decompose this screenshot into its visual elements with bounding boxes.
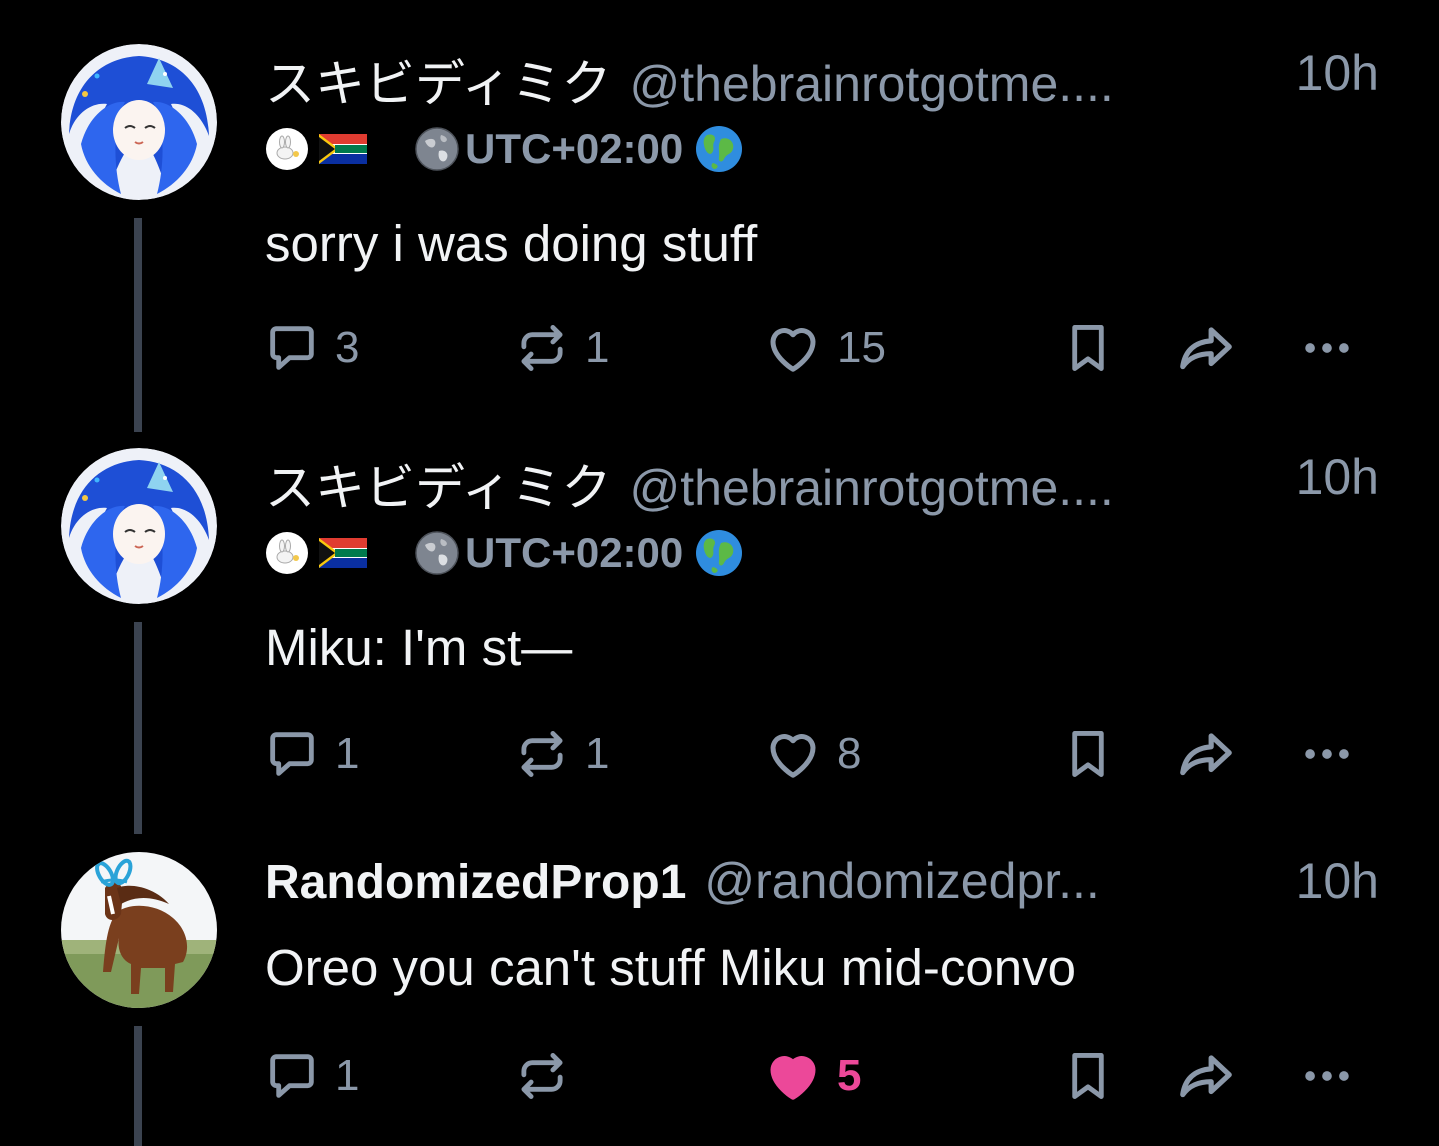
bookmark-button[interactable] bbox=[1059, 316, 1117, 380]
reply-count: 1 bbox=[335, 729, 360, 778]
reply-icon bbox=[263, 1047, 321, 1105]
more-icon bbox=[1293, 1047, 1361, 1105]
post-text: Oreo you can't stuff Miku mid-convo bbox=[265, 939, 1076, 996]
handle[interactable]: @thebrainrotgotme.... bbox=[630, 55, 1114, 113]
bookmark-button[interactable] bbox=[1059, 722, 1117, 786]
like-count: 8 bbox=[837, 729, 862, 778]
post-text: sorry i was doing stuff bbox=[265, 215, 758, 272]
repost-button[interactable]: 1 bbox=[513, 316, 609, 380]
repost-icon bbox=[513, 319, 571, 377]
post-header: スキビディミク @thebrainrotgotme.... 10h bbox=[265, 44, 1385, 112]
post-2[interactable]: スキビディミク @thebrainrotgotme.... 10h UTC+02… bbox=[0, 448, 1439, 834]
timestamp[interactable]: 10h bbox=[1296, 852, 1379, 910]
heart-icon bbox=[763, 1046, 823, 1106]
repost-button[interactable]: 1 bbox=[513, 722, 609, 786]
earth-photo-icon bbox=[415, 531, 459, 575]
south-africa-flag-icon bbox=[319, 134, 367, 164]
post-actions: 1 1 8 bbox=[263, 722, 1393, 786]
more-button[interactable] bbox=[1293, 722, 1361, 786]
thread-line bbox=[134, 218, 142, 432]
more-icon bbox=[1293, 725, 1361, 783]
thread-line bbox=[134, 1026, 142, 1146]
share-icon bbox=[1175, 1045, 1237, 1107]
post-header: RandomizedProp1 @randomizedpr... 10h bbox=[265, 852, 1385, 914]
earth-photo-icon bbox=[415, 127, 459, 171]
display-name[interactable]: RandomizedProp1 bbox=[265, 855, 686, 910]
like-button[interactable]: 8 bbox=[763, 722, 861, 786]
reply-button[interactable]: 1 bbox=[263, 1044, 359, 1108]
post-header: スキビディミク @thebrainrotgotme.... 10h bbox=[265, 448, 1385, 516]
bookmark-button[interactable] bbox=[1059, 1044, 1117, 1108]
share-button[interactable] bbox=[1175, 316, 1237, 380]
avatar[interactable] bbox=[61, 44, 217, 200]
like-count: 5 bbox=[837, 1051, 862, 1100]
more-button[interactable] bbox=[1293, 316, 1361, 380]
handle[interactable]: @thebrainrotgotme.... bbox=[630, 459, 1114, 517]
repost-count: 1 bbox=[585, 729, 610, 778]
thread-line bbox=[134, 622, 142, 834]
reply-icon bbox=[263, 725, 321, 783]
share-icon bbox=[1175, 723, 1237, 785]
reply-count: 1 bbox=[335, 1051, 360, 1100]
bookmark-icon bbox=[1059, 1047, 1117, 1105]
utc-offset: UTC+02:00 bbox=[465, 529, 684, 576]
handle[interactable]: @randomizedpr... bbox=[704, 852, 1099, 910]
share-icon bbox=[1175, 317, 1237, 379]
reply-button[interactable]: 3 bbox=[263, 316, 359, 380]
share-button[interactable] bbox=[1175, 1044, 1237, 1108]
like-count: 15 bbox=[837, 323, 886, 372]
heart-icon bbox=[763, 318, 823, 378]
post-actions: 3 1 15 bbox=[263, 316, 1393, 380]
avatar[interactable] bbox=[61, 852, 217, 1008]
display-name[interactable]: スキビディミク bbox=[265, 448, 612, 520]
like-button[interactable]: 5 bbox=[763, 1044, 861, 1108]
reply-count: 3 bbox=[335, 323, 360, 372]
globe-emoji-icon bbox=[695, 125, 743, 173]
post-text: Miku: I'm st— bbox=[265, 619, 573, 676]
heart-icon bbox=[763, 724, 823, 784]
profile-badges: UTC+02:00 bbox=[265, 528, 753, 578]
post-actions: 1 5 bbox=[263, 1044, 1393, 1108]
bookmark-icon bbox=[1059, 725, 1117, 783]
share-button[interactable] bbox=[1175, 722, 1237, 786]
reply-icon bbox=[263, 319, 321, 377]
globe-emoji-icon bbox=[695, 529, 743, 577]
bookmark-icon bbox=[1059, 319, 1117, 377]
timestamp[interactable]: 10h bbox=[1296, 448, 1379, 506]
utc-offset: UTC+02:00 bbox=[465, 125, 684, 172]
repost-button[interactable] bbox=[513, 1044, 571, 1108]
more-button[interactable] bbox=[1293, 1044, 1361, 1108]
timestamp[interactable]: 10h bbox=[1296, 44, 1379, 102]
bunny-emoji-icon bbox=[265, 127, 309, 171]
bunny-emoji-icon bbox=[265, 531, 309, 575]
repost-icon bbox=[513, 725, 571, 783]
post-1[interactable]: スキビディミク @thebrainrotgotme.... 10h UTC+02… bbox=[0, 44, 1439, 432]
repost-icon bbox=[513, 1047, 571, 1105]
like-button[interactable]: 15 bbox=[763, 316, 886, 380]
post-3[interactable]: RandomizedProp1 @randomizedpr... 10h Ore… bbox=[0, 852, 1439, 1146]
avatar[interactable] bbox=[61, 448, 217, 604]
south-africa-flag-icon bbox=[319, 538, 367, 568]
display-name[interactable]: スキビディミク bbox=[265, 44, 612, 116]
repost-count: 1 bbox=[585, 323, 610, 372]
reply-button[interactable]: 1 bbox=[263, 722, 359, 786]
more-icon bbox=[1293, 319, 1361, 377]
profile-badges: UTC+02:00 bbox=[265, 124, 753, 174]
